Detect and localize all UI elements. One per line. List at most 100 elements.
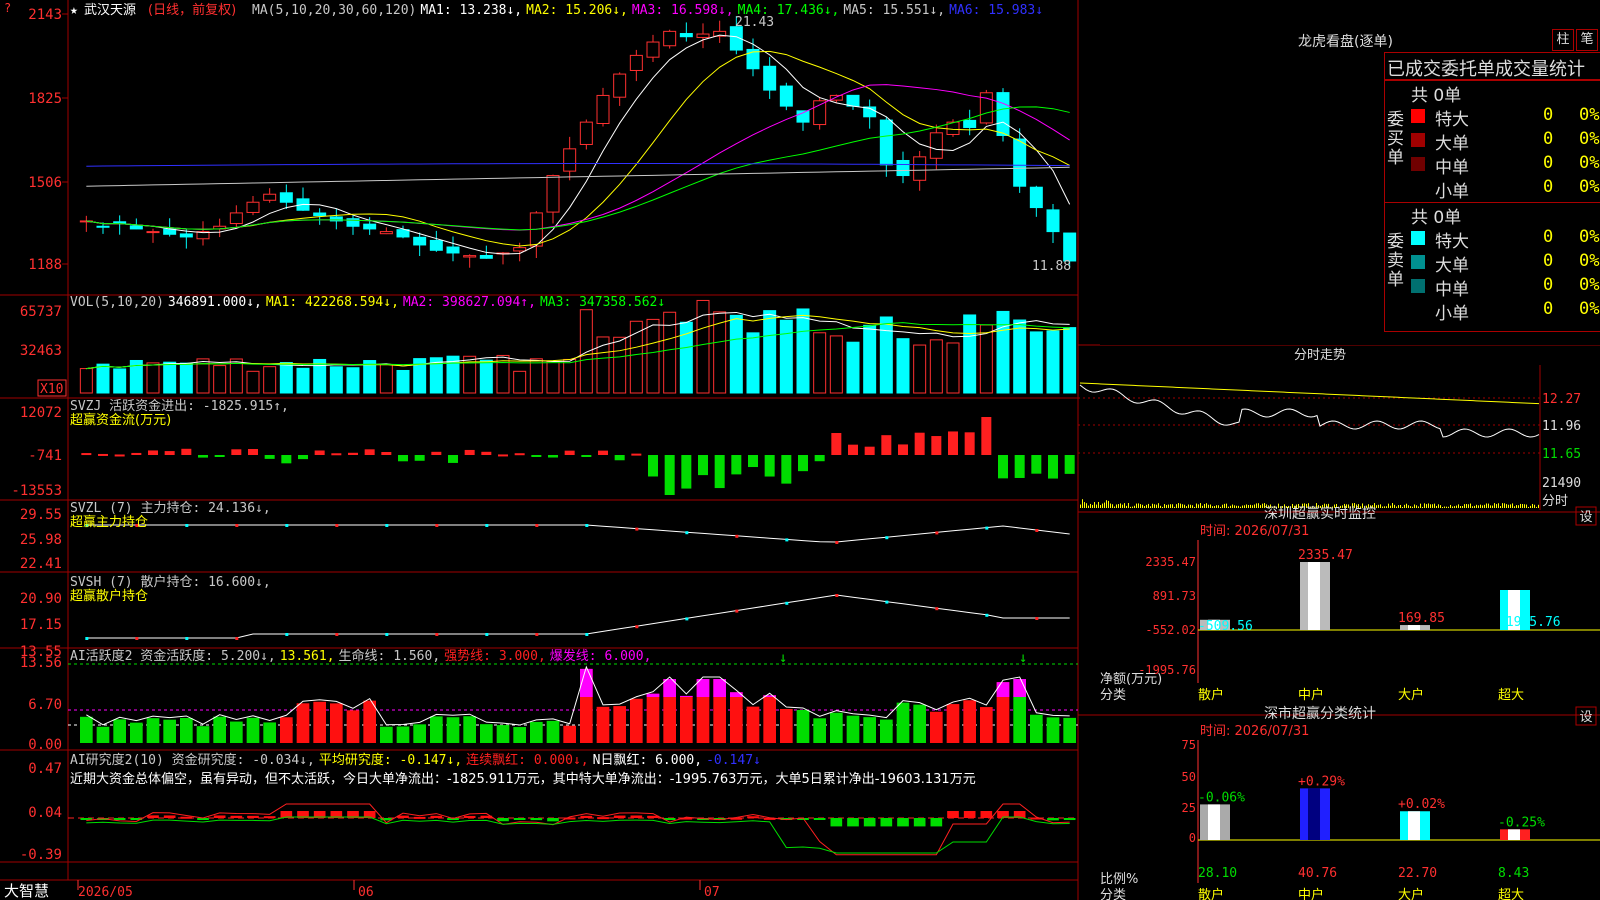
order-pct: 0%: [1579, 153, 1600, 173]
ai-active-y-tick: 0.00: [28, 737, 62, 753]
order-size-swatch: [1411, 255, 1425, 269]
intraday-vol-bar: [1388, 503, 1389, 508]
order-size-label: 大单: [1435, 134, 1469, 154]
sell-row: 大单 0 0%: [1411, 251, 1600, 276]
intraday-vol-bar: [1468, 504, 1469, 508]
flow-bar: [181, 448, 192, 455]
trend-dot: [685, 531, 689, 535]
intraday-vol-bar: [1446, 506, 1447, 508]
intraday-vol-bar: [1458, 504, 1459, 508]
ma-legend-0: MA(5,10,20,30,60,120): [252, 3, 416, 18]
activity-bar: [913, 704, 926, 743]
volume-bar: [1063, 327, 1077, 394]
order-size-swatch: [1411, 133, 1425, 147]
intraday-vol-bar: [1098, 501, 1099, 508]
candle-body: [463, 255, 477, 258]
intraday-vol-bar: [1196, 503, 1197, 508]
intraday-vol-bar: [1154, 504, 1155, 508]
flow-bar: [614, 455, 625, 461]
order-pct: 0%: [1579, 251, 1600, 271]
intraday-vol-bar: [1146, 504, 1147, 508]
intraday-vol-bar: [1486, 503, 1487, 508]
research-bar: [213, 815, 226, 818]
intraday-vol-bar: [1176, 504, 1177, 508]
trend-dot: [485, 633, 489, 636]
research-bar: [113, 818, 126, 820]
order-count: 0: [1543, 177, 1554, 197]
trend-dot: [335, 524, 339, 527]
svzl-y-tick: 22.41: [20, 556, 62, 572]
classify-y-tick: 25: [1182, 801, 1196, 815]
monitor-ylabel: 净额(万元): [1100, 672, 1162, 687]
intraday-vol-bar: [1400, 504, 1401, 508]
flow-bar: [731, 455, 742, 475]
activity-bar-peak: [646, 693, 660, 697]
intraday-vol-bar: [1222, 504, 1223, 508]
intraday-y-tick: 11.65: [1542, 447, 1581, 462]
research-bar: [180, 816, 193, 819]
flow-bar: [214, 455, 225, 457]
flow-bar: [1031, 455, 1042, 474]
volume-bar: [813, 332, 827, 394]
buy-block: 委买单共 0单 特大 0 0% 大单 0 0% 中单 0 0% 小单 0 0%: [1385, 81, 1600, 202]
candle-body: [763, 65, 777, 91]
flow-bar: [131, 452, 142, 455]
order-size-swatch: [1411, 157, 1425, 171]
intraday-vol-bar: [1438, 504, 1439, 508]
monitor-category: 超大: [1498, 688, 1524, 703]
order-count: 0: [1543, 251, 1554, 271]
monitor-y-tick: 2335.47: [1145, 555, 1196, 569]
monitor-value: -509.56: [1198, 619, 1253, 634]
intraday-vol-bar: [1148, 503, 1149, 508]
tab-volume-stats[interactable]: 成交量统计: [1495, 55, 1585, 81]
vol-unit-label: X10: [40, 382, 63, 397]
research-bar: [230, 815, 243, 818]
intraday-vol-bar: [1206, 503, 1207, 508]
candle-body: [629, 54, 643, 71]
intraday-vol-bar: [1472, 506, 1473, 508]
flow-bar: [381, 452, 392, 455]
flow-bar: [998, 455, 1008, 479]
flow-bar: [881, 435, 892, 455]
intraday-vol-bar: [1478, 505, 1479, 508]
flow-bar: [348, 452, 358, 455]
research-bar: [263, 816, 276, 819]
stroke-mode-button[interactable]: 笔: [1576, 29, 1598, 51]
classify-y-tick: 75: [1182, 738, 1196, 752]
order-count: 0: [1543, 129, 1554, 149]
tab-filled[interactable]: 已成交: [1387, 55, 1441, 81]
flow-bar: [364, 449, 375, 455]
intraday-vol-bar: [1456, 505, 1457, 508]
flow-bar: [814, 455, 825, 462]
activity-bar: [246, 717, 260, 743]
activity-bar: [480, 724, 493, 743]
intraday-vol-bar: [1122, 504, 1123, 508]
ma-legend-1: MA1: 13.238↓,: [420, 3, 522, 18]
flow-bar: [464, 449, 475, 455]
bar-mode-button[interactable]: 柱: [1552, 29, 1574, 51]
flow-bar: [598, 450, 608, 455]
activity-bar: [313, 701, 326, 743]
svzl-y-tick: 29.55: [20, 507, 62, 523]
vol-y-tick: 65737: [20, 304, 62, 320]
tab-orders[interactable]: 委托单: [1441, 55, 1495, 81]
intraday-vol-bar: [1376, 505, 1377, 508]
intraday-vol-bar: [1394, 504, 1395, 508]
intraday-vol-bar: [1198, 504, 1199, 508]
activity-bar: [96, 726, 110, 743]
help-icon: ?: [4, 1, 11, 15]
flow-bar: [514, 453, 525, 456]
classify-change: -0.06%: [1198, 790, 1245, 805]
intraday-vol-bar: [1396, 506, 1397, 508]
intraday-vol-bar: [1136, 503, 1137, 508]
trend-dot: [535, 633, 539, 636]
intraday-vol-bar: [1524, 504, 1525, 508]
intraday-vol-bar: [1410, 506, 1411, 508]
intraday-vol-bar: [1144, 506, 1145, 508]
research-comment: 近期大资金总体偏空，虽有异动，但不太活跃，今日大单净流出：-1825.911万元…: [70, 771, 976, 787]
volume-bar: [79, 368, 93, 394]
intraday-vol-bar: [1202, 505, 1203, 508]
longhu-title: 龙虎看盘(逐单): [1298, 34, 1393, 50]
candle-body: [129, 225, 143, 230]
intraday-vol-bar: [1174, 506, 1175, 508]
